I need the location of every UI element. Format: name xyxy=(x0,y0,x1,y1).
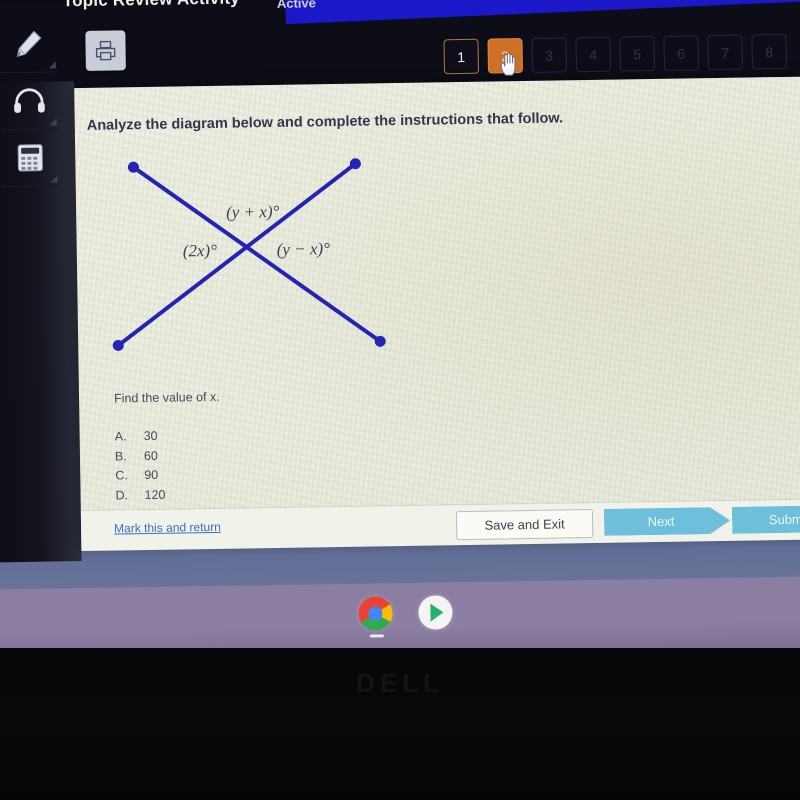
choice-a[interactable]: A. 30 xyxy=(115,427,165,447)
choice-c[interactable]: C. 90 xyxy=(115,466,165,486)
status-badge: Active xyxy=(276,0,317,11)
diagram-line-1 xyxy=(131,165,383,344)
printer-icon xyxy=(95,40,116,61)
chrome-icon[interactable] xyxy=(358,596,393,631)
page-tile-3[interactable]: 3 xyxy=(531,37,568,73)
page-tile-5[interactable]: 5 xyxy=(619,35,655,72)
page-tile-4[interactable]: 4 xyxy=(575,36,611,73)
choice-b-letter: B. xyxy=(114,448,127,464)
choice-b[interactable]: B. 60 xyxy=(115,446,165,466)
chrome-active-indicator xyxy=(369,634,384,638)
screenshot-root: Topic Review Activity Active xyxy=(0,0,800,800)
choice-d[interactable]: D. 120 xyxy=(115,485,165,505)
diagram-label-top: (y + x)° xyxy=(226,202,280,222)
pencil-tool-button[interactable] xyxy=(0,15,58,74)
calculator-tool-button[interactable] xyxy=(0,129,60,188)
pencil-icon xyxy=(16,30,42,57)
page-tile-7[interactable]: 7 xyxy=(707,34,743,71)
page-tile-8[interactable]: 8 xyxy=(751,33,787,70)
choice-c-letter: C. xyxy=(115,468,128,483)
angle-diagram: (y + x)° (2x)° (y − x)° xyxy=(112,158,386,351)
choice-d-value: 120 xyxy=(144,487,166,502)
choice-d-letter: D. xyxy=(115,487,129,503)
laptop-screen: Topic Review Activity Active xyxy=(0,0,800,675)
play-store-icon[interactable] xyxy=(418,595,453,630)
page-tile-2[interactable]: 2 xyxy=(487,38,524,76)
choice-b-value: 60 xyxy=(143,448,158,463)
next-button[interactable]: Next xyxy=(604,507,730,536)
question-text: Find the value of x. xyxy=(113,389,220,406)
diagram-label-left: (2x)° xyxy=(183,241,218,261)
page-tile-1[interactable]: 1 xyxy=(443,38,480,75)
mark-this-and-return-link[interactable]: Mark this and return xyxy=(114,520,221,536)
calculator-icon xyxy=(17,144,43,172)
submit-button[interactable]: Submit xyxy=(732,505,800,534)
save-and-exit-button[interactable]: Save and Exit xyxy=(455,509,594,541)
question-card: Analyze the diagram below and complete t… xyxy=(74,76,800,549)
device-brand-logo: DELL xyxy=(356,668,444,698)
pagination: 1 2 3 4 5 6 7 8 xyxy=(443,33,787,76)
headphones-tool-button[interactable] xyxy=(0,72,59,131)
page-tile-6[interactable]: 6 xyxy=(663,35,699,71)
choice-c-value: 90 xyxy=(144,467,159,483)
choice-a-letter: A. xyxy=(114,429,127,444)
tool-rail xyxy=(0,15,62,188)
page-tile-2-label: 2 xyxy=(501,47,510,64)
print-button[interactable] xyxy=(85,30,126,71)
instruction-text: Analyze the diagram below and complete t… xyxy=(86,110,564,134)
choice-a-value: 30 xyxy=(143,428,158,444)
diagram-label-right: (y − x)° xyxy=(277,239,331,259)
headphones-icon xyxy=(14,88,45,113)
answer-choices: A. 30 B. 60 C. 90 D. 120 xyxy=(115,427,166,506)
